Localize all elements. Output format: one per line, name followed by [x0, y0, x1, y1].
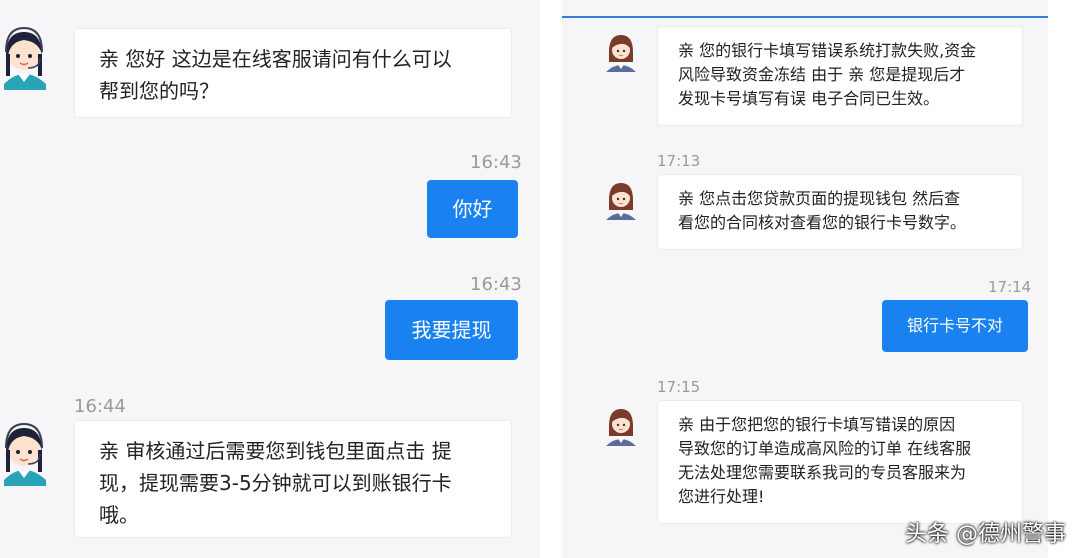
user-message-bubble: 银行卡号不对 — [882, 300, 1028, 352]
agent-message-bubble: 亲 您好 这边是在线客服请问有什么可以 帮到您的吗？ — [74, 28, 512, 118]
agent-headset-avatar-icon — [0, 24, 48, 90]
user-message-bubble: 你好 — [427, 180, 518, 238]
message-timestamp: 16:43 — [470, 152, 522, 173]
message-timestamp: 17:14 — [988, 278, 1032, 296]
agent-message-bubble: 亲 审核通过后需要您到钱包里面点击 提 现，提现需要3-5分钟就可以到账银行卡 … — [74, 420, 512, 538]
watermark: 头条 @德州警事 — [905, 522, 1066, 547]
panel-divider — [540, 0, 562, 558]
agent-female-avatar-icon — [604, 32, 638, 72]
right-chat-panel: 亲 您的银行卡填写错误系统打款失败,资金 风险导致资金冻结 由于 亲 您是提现后… — [562, 0, 1048, 558]
user-message-bubble: 我要提现 — [385, 300, 518, 360]
message-timestamp: 17:15 — [657, 378, 701, 396]
header-divider-line — [562, 16, 1048, 18]
left-chat-panel: 亲 您好 这边是在线客服请问有什么可以 帮到您的吗？ 16:43 你好 16:4… — [0, 0, 540, 558]
message-timestamp: 16:44 — [74, 396, 126, 417]
agent-message-bubble: 亲 由于您把您的银行卡填写错误的原因 导致您的订单造成高风险的订单 在线客服 无… — [657, 400, 1023, 524]
agent-message-bubble: 亲 您的银行卡填写错误系统打款失败,资金 风险导致资金冻结 由于 亲 您是提现后… — [657, 26, 1023, 126]
agent-female-avatar-icon — [604, 180, 638, 220]
agent-headset-avatar-icon — [0, 420, 48, 486]
message-timestamp: 17:13 — [657, 152, 701, 170]
agent-message-bubble: 亲 您点击您贷款页面的提现钱包 然后查 看您的合同核对查看您的银行卡号数字。 — [657, 174, 1023, 250]
agent-female-avatar-icon — [604, 406, 638, 446]
message-timestamp: 16:43 — [470, 274, 522, 295]
